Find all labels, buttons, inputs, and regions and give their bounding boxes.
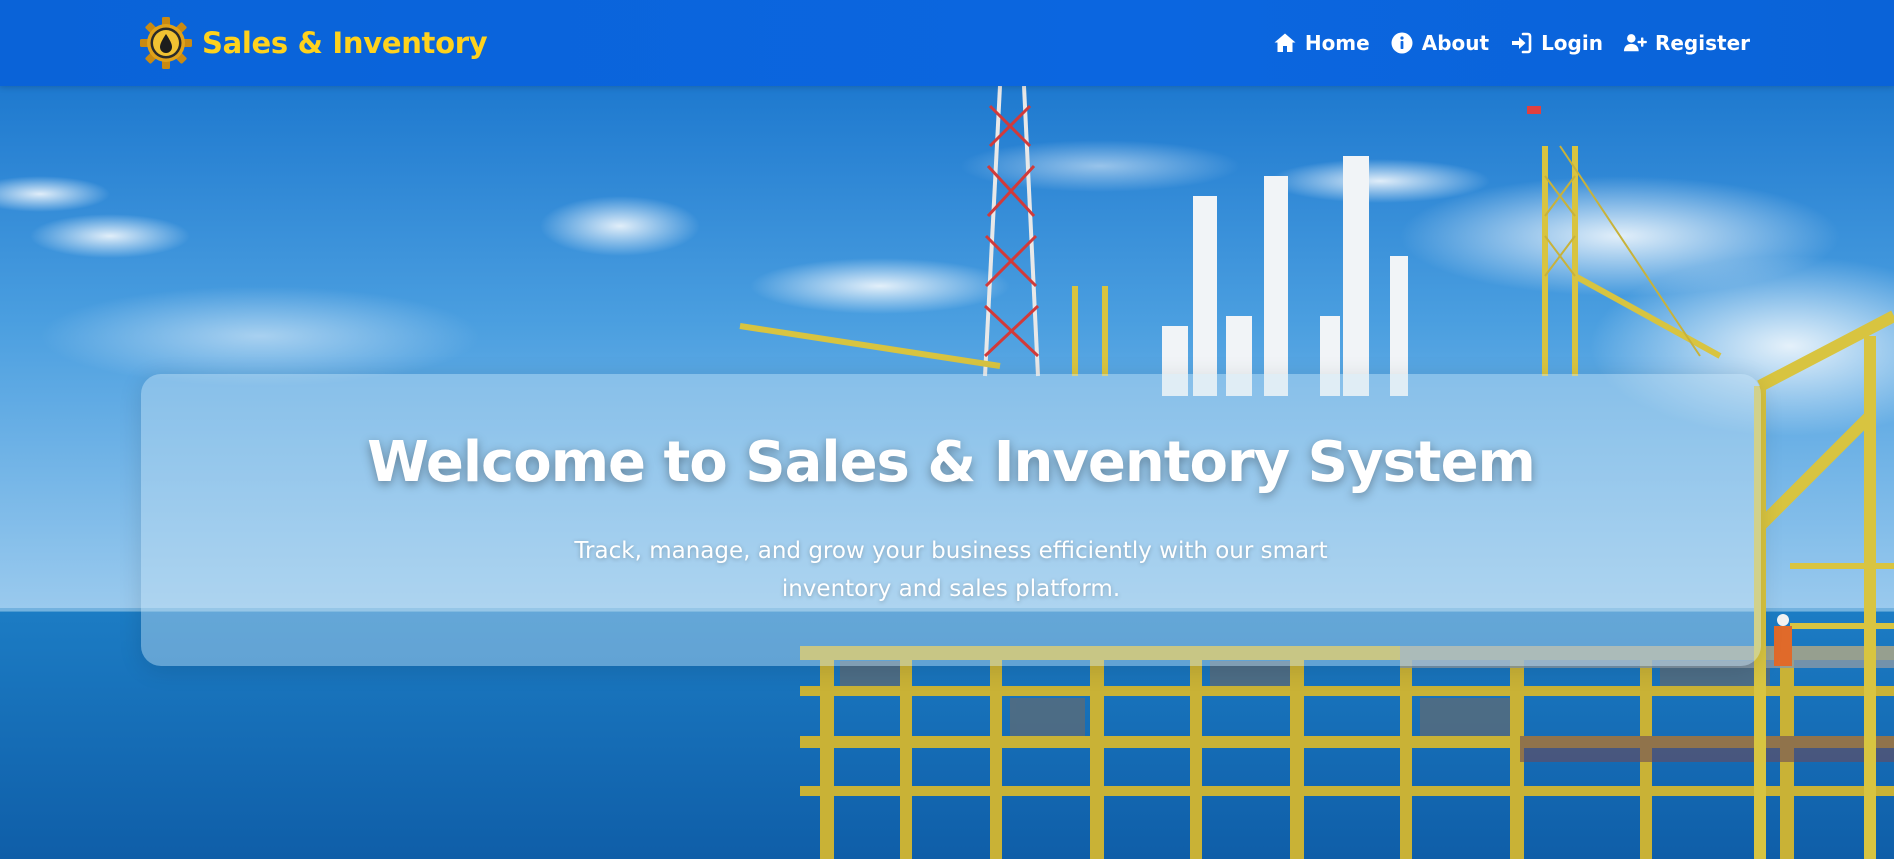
nav-login-link[interactable]: Login	[1509, 31, 1603, 55]
hero-subtitle: Track, manage, and grow your business ef…	[574, 538, 1328, 602]
nav-login-label: Login	[1541, 31, 1603, 55]
nav-home-label: Home	[1304, 31, 1370, 55]
user-plus-icon	[1623, 34, 1647, 52]
welcome-card: Welcome to Sales & Inventory System Trac…	[141, 374, 1761, 666]
hero-title: Welcome to Sales & Inventory System	[367, 430, 1536, 495]
nav-register-link[interactable]: Register	[1623, 31, 1750, 55]
top-navbar: Sales & Inventory Home About Login Regis…	[0, 0, 1894, 86]
home-icon	[1274, 33, 1296, 52]
brand-link[interactable]: Sales & Inventory	[140, 16, 488, 70]
nav-home-link[interactable]: Home	[1273, 31, 1370, 55]
nav-about-label: About	[1421, 31, 1490, 55]
brand-name: Sales & Inventory	[202, 26, 488, 60]
gear-oil-drop-icon	[140, 17, 192, 69]
info-circle-icon	[1391, 32, 1413, 54]
sign-in-icon	[1512, 32, 1532, 54]
nav-register-label: Register	[1654, 31, 1750, 55]
nav-about-link[interactable]: About	[1390, 31, 1489, 55]
main-nav: Home About Login Register	[1273, 0, 1750, 86]
landing-page: Sales & Inventory Home About Login Regis…	[0, 0, 1894, 859]
